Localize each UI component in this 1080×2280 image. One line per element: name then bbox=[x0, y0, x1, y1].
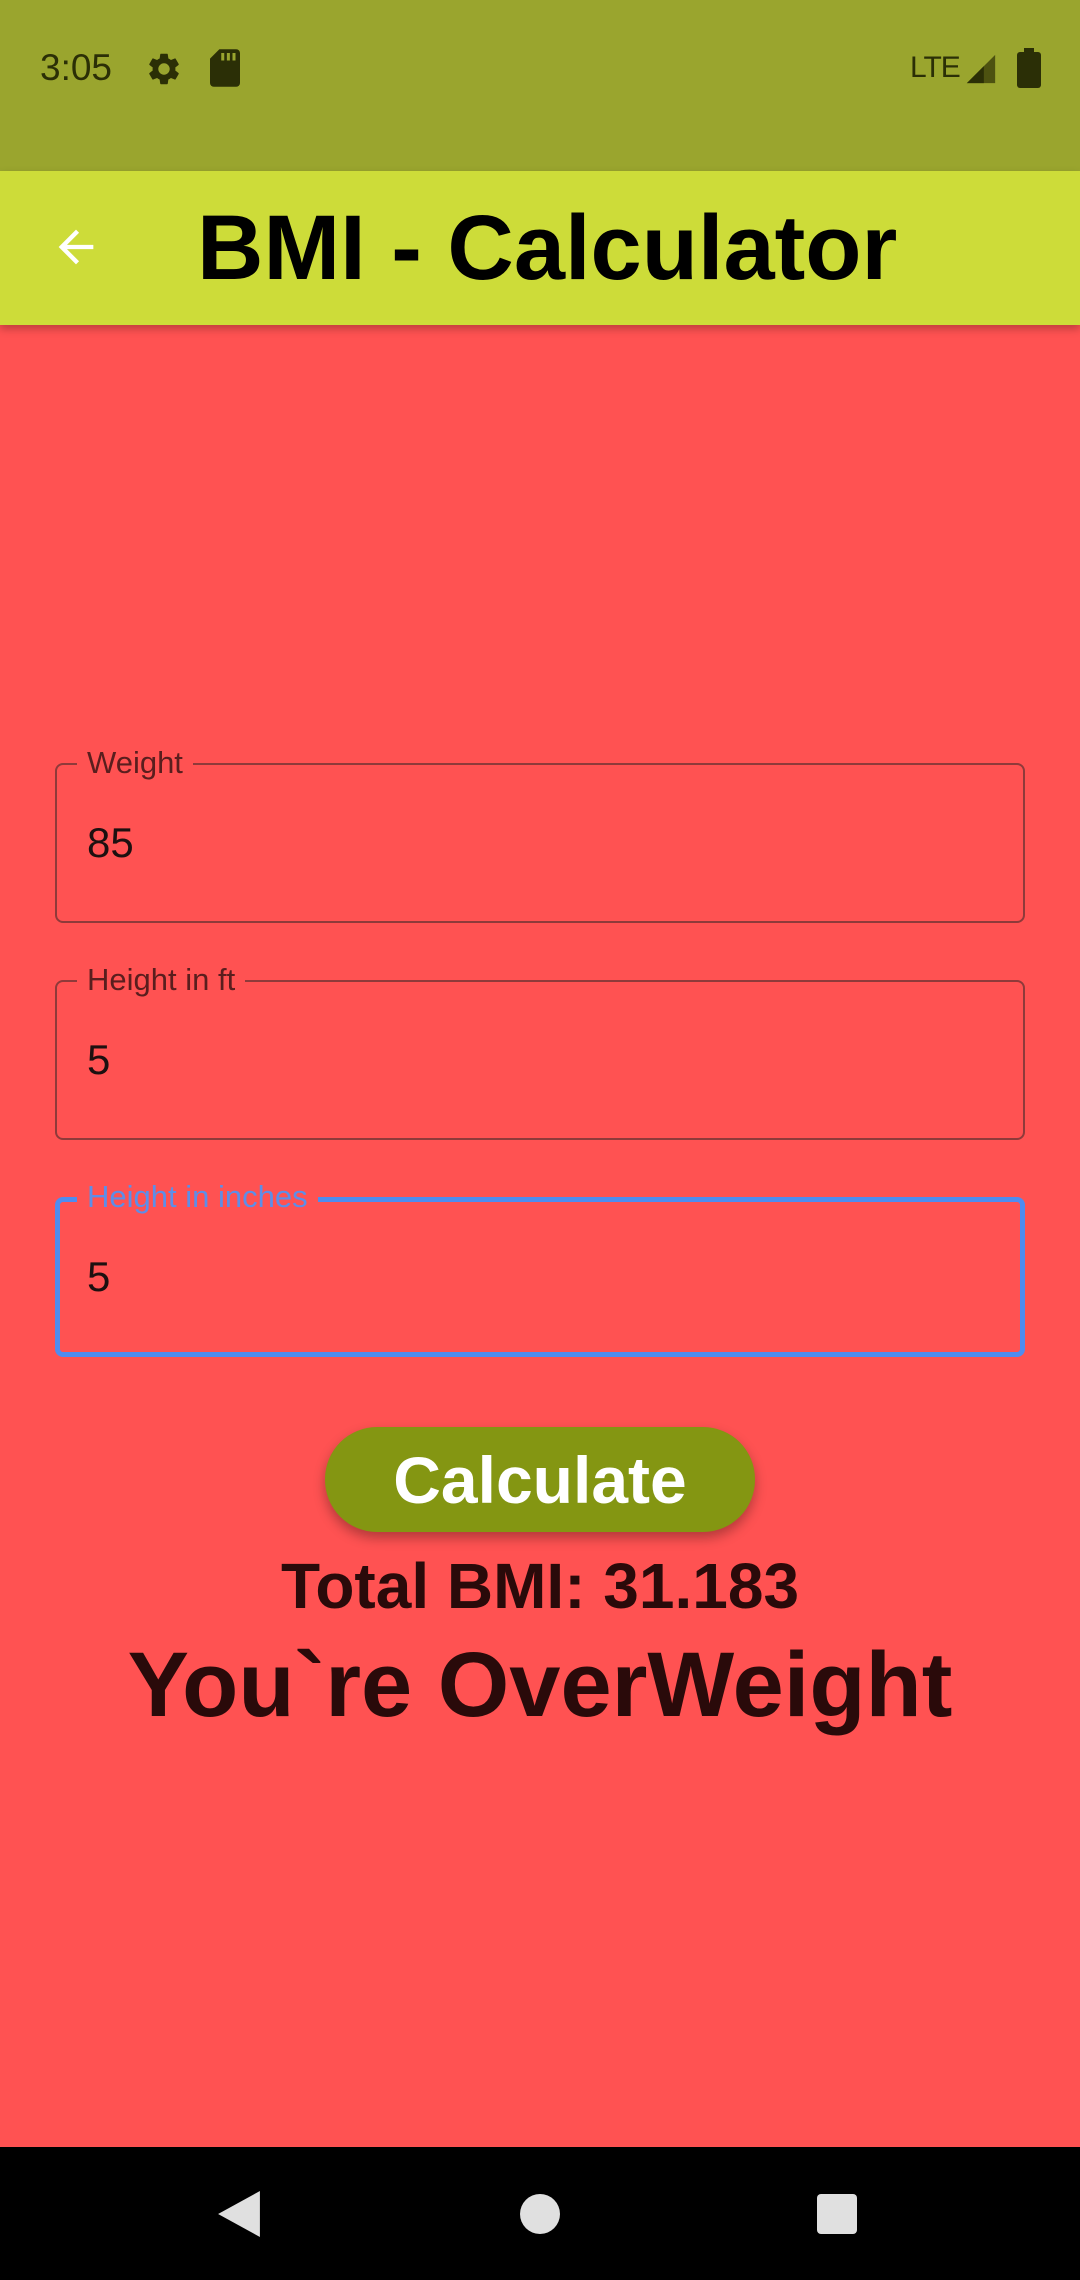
status-bar: 3:05 LTE bbox=[0, 0, 1080, 171]
calculate-button[interactable]: Calculate bbox=[325, 1427, 755, 1532]
status-time: 3:05 bbox=[40, 47, 113, 88]
bmi-status: You`re OverWeight bbox=[127, 1634, 953, 1736]
sd-card-icon bbox=[210, 49, 240, 87]
weight-value: 85 bbox=[87, 819, 134, 866]
height-ft-value: 5 bbox=[87, 1036, 111, 1083]
signal-icon bbox=[966, 54, 996, 84]
nav-back-icon[interactable] bbox=[218, 2191, 260, 2237]
height-inches-label: Height in inches bbox=[77, 1177, 318, 1217]
app-title: BMI - Calculator bbox=[197, 197, 898, 299]
nav-home-icon[interactable] bbox=[520, 2194, 560, 2234]
height-ft-field[interactable]: Height in ft 5 bbox=[55, 960, 1025, 1140]
weight-field[interactable]: Weight 85 bbox=[55, 743, 1025, 923]
nav-recents-icon[interactable] bbox=[817, 2194, 857, 2234]
network-type: LTE bbox=[910, 51, 961, 84]
height-inches-field[interactable]: Height in inches 5 bbox=[55, 1177, 1025, 1357]
battery-icon bbox=[1017, 48, 1041, 88]
navigation-bar bbox=[0, 2147, 1080, 2280]
settings-gear-icon bbox=[149, 53, 179, 85]
arrow-back-icon bbox=[58, 229, 94, 265]
weight-label: Weight bbox=[77, 743, 193, 783]
back-button[interactable] bbox=[40, 211, 112, 283]
height-inches-value: 5 bbox=[87, 1253, 111, 1300]
app-bar: BMI - Calculator bbox=[0, 171, 1080, 325]
height-ft-label: Height in ft bbox=[77, 960, 246, 1000]
bmi-result: Total BMI: 31.183 bbox=[280, 1550, 800, 1622]
